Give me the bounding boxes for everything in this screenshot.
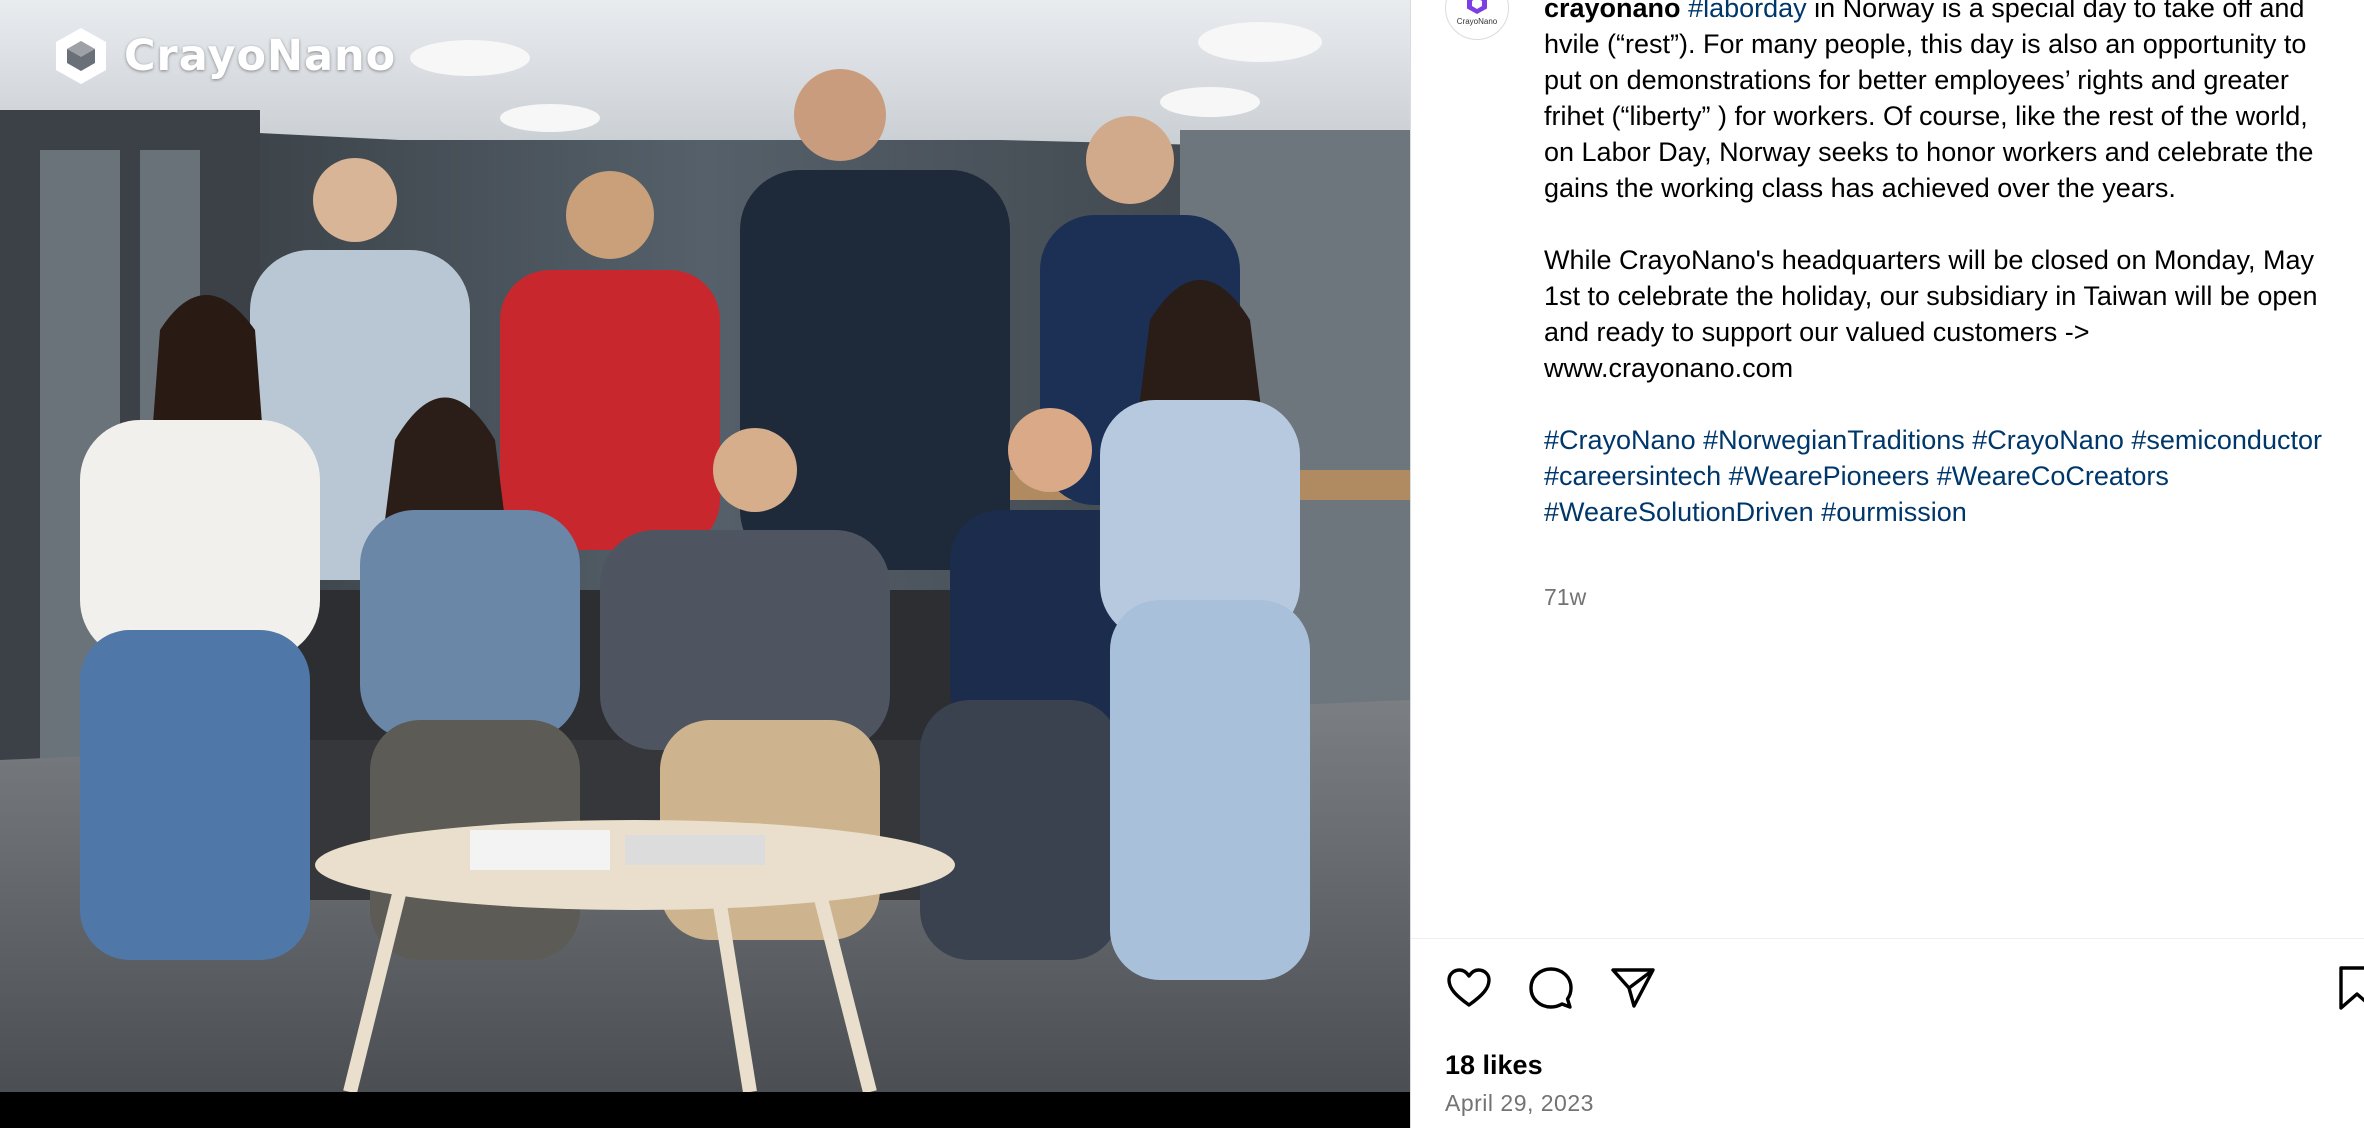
save-button[interactable]: [2333, 964, 2364, 1012]
avatar-brand-text: CrayoNano: [1456, 16, 1498, 26]
caption-paragraph-1: crayonano #laborday in Norway is a speci…: [1544, 0, 2344, 206]
caption-paragraph-2: While CrayoNano's headquarters will be c…: [1544, 245, 2318, 383]
brand-watermark: CrayoNano: [52, 26, 396, 86]
paper-plane-icon: [1611, 968, 1655, 1008]
caption-text: in Norway is a special day to take off a…: [1544, 0, 2314, 203]
hashtag-link[interactable]: #WearePioneers: [1729, 461, 1930, 491]
hashtag-link[interactable]: #laborday: [1688, 0, 1807, 23]
action-bar: [1445, 964, 1657, 1012]
comment-icon: [1529, 967, 1573, 1009]
avatar[interactable]: CrayoNano: [1445, 0, 1509, 40]
hashtag-link[interactable]: #NorwegianTraditions: [1703, 425, 1965, 455]
post-media: CrayoNano: [0, 0, 1410, 1128]
hashtag-link[interactable]: #careersintech: [1544, 461, 1721, 491]
post-caption: crayonano #laborday in Norway is a speci…: [1544, 0, 2344, 530]
hashtag-link[interactable]: #WeareSolutionDriven: [1544, 497, 1814, 527]
comment-button[interactable]: [1527, 964, 1575, 1012]
like-button[interactable]: [1445, 964, 1493, 1012]
hashtag-link[interactable]: #semiconductor: [2131, 425, 2322, 455]
hashtag-link[interactable]: #ourmission: [1821, 497, 1967, 527]
divider: [1411, 938, 2364, 939]
media-letterbox-bar: [0, 1092, 1410, 1128]
heart-icon: [1447, 968, 1491, 1007]
share-button[interactable]: [1609, 964, 1657, 1012]
post-age[interactable]: 71w: [1544, 584, 1586, 611]
crayonano-logo-icon: [1467, 0, 1487, 14]
likes-count[interactable]: 18 likes: [1445, 1050, 1543, 1081]
username-link[interactable]: crayonano: [1544, 0, 1681, 23]
team-photo: [0, 0, 1410, 1092]
crayonano-logo-icon: [56, 28, 106, 84]
watermark-text: CrayoNano: [124, 31, 397, 81]
post-date[interactable]: April 29, 2023: [1445, 1090, 1594, 1117]
hashtag-link[interactable]: #CrayoNano: [1972, 425, 2124, 455]
hashtag-link[interactable]: #CrayoNano: [1544, 425, 1696, 455]
post-details-panel: CrayoNano crayonano #laborday in Norway …: [1410, 0, 2364, 1128]
hashtag-list: #CrayoNano #NorwegianTraditions #CrayoNa…: [1544, 422, 2344, 530]
bookmark-icon: [2339, 966, 2364, 1010]
hashtag-link[interactable]: #WeareCoCreators: [1937, 461, 2169, 491]
